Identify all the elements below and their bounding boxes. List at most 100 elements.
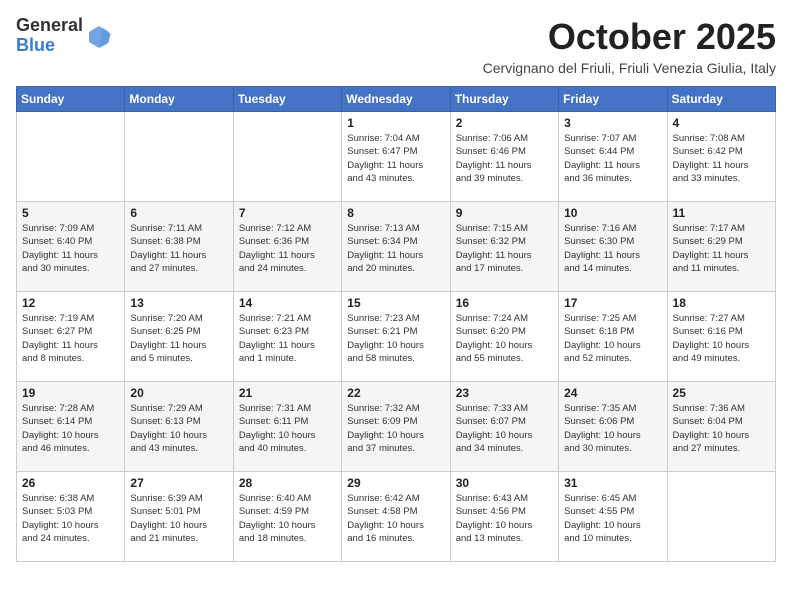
calendar-cell [667, 472, 775, 562]
calendar-cell: 7 Sunrise: 7:12 AM Sunset: 6:36 PM Daylig… [233, 202, 341, 292]
calendar-cell: 16 Sunrise: 7:24 AM Sunset: 6:20 PM Dayli… [450, 292, 558, 382]
day-number: 13 [130, 296, 227, 310]
calendar-cell: 22 Sunrise: 7:32 AM Sunset: 6:09 PM Dayli… [342, 382, 450, 472]
day-detail: Sunrise: 6:45 AM Sunset: 4:55 PM Dayligh… [564, 492, 661, 545]
day-number: 8 [347, 206, 444, 220]
logo: General Blue [16, 16, 113, 56]
day-number: 11 [673, 206, 770, 220]
column-header-thursday: Thursday [450, 87, 558, 112]
calendar-week-3: 12Sunrise: 7:19 AM Sunset: 6:27 PM Dayli… [17, 292, 776, 382]
day-number: 25 [673, 386, 770, 400]
day-detail: Sunrise: 7:24 AM Sunset: 6:20 PM Dayligh… [456, 312, 553, 365]
day-number: 6 [130, 206, 227, 220]
day-detail: Sunrise: 6:39 AM Sunset: 5:01 PM Dayligh… [130, 492, 227, 545]
calendar-cell: 8 Sunrise: 7:13 AM Sunset: 6:34 PM Daylig… [342, 202, 450, 292]
calendar-cell: 27 Sunrise: 6:39 AM Sunset: 5:01 PM Dayli… [125, 472, 233, 562]
calendar-cell: 19 Sunrise: 7:28 AM Sunset: 6:14 PM Dayli… [17, 382, 125, 472]
day-detail: Sunrise: 7:35 AM Sunset: 6:06 PM Dayligh… [564, 402, 661, 455]
calendar-cell [125, 112, 233, 202]
day-number: 31 [564, 476, 661, 490]
day-detail: Sunrise: 7:07 AM Sunset: 6:44 PM Dayligh… [564, 132, 661, 185]
calendar-cell: 26Sunrise: 6:38 AM Sunset: 5:03 PM Dayli… [17, 472, 125, 562]
logo-general: General [16, 16, 83, 36]
calendar-cell: 9 Sunrise: 7:15 AM Sunset: 6:32 PM Daylig… [450, 202, 558, 292]
day-number: 27 [130, 476, 227, 490]
day-detail: Sunrise: 7:28 AM Sunset: 6:14 PM Dayligh… [22, 402, 119, 455]
day-number: 22 [347, 386, 444, 400]
day-detail: Sunrise: 7:13 AM Sunset: 6:34 PM Dayligh… [347, 222, 444, 275]
column-header-monday: Monday [125, 87, 233, 112]
calendar-cell: 20 Sunrise: 7:29 AM Sunset: 6:13 PM Dayli… [125, 382, 233, 472]
title-block: October 2025 Cervignano del Friuli, Friu… [483, 16, 776, 76]
day-detail: Sunrise: 6:42 AM Sunset: 4:58 PM Dayligh… [347, 492, 444, 545]
calendar-cell: 15 Sunrise: 7:23 AM Sunset: 6:21 PM Dayli… [342, 292, 450, 382]
calendar-cell: 11 Sunrise: 7:17 AM Sunset: 6:29 PM Dayli… [667, 202, 775, 292]
day-number: 24 [564, 386, 661, 400]
calendar-cell: 25 Sunrise: 7:36 AM Sunset: 6:04 PM Dayli… [667, 382, 775, 472]
month-title: October 2025 [483, 16, 776, 58]
day-detail: Sunrise: 7:12 AM Sunset: 6:36 PM Dayligh… [239, 222, 336, 275]
day-number: 3 [564, 116, 661, 130]
calendar-cell: 1Sunrise: 7:04 AM Sunset: 6:47 PM Daylig… [342, 112, 450, 202]
day-number: 12 [22, 296, 119, 310]
calendar-week-1: 1Sunrise: 7:04 AM Sunset: 6:47 PM Daylig… [17, 112, 776, 202]
day-detail: Sunrise: 7:04 AM Sunset: 6:47 PM Dayligh… [347, 132, 444, 185]
calendar-week-5: 26Sunrise: 6:38 AM Sunset: 5:03 PM Dayli… [17, 472, 776, 562]
day-detail: Sunrise: 6:43 AM Sunset: 4:56 PM Dayligh… [456, 492, 553, 545]
day-number: 30 [456, 476, 553, 490]
calendar-week-2: 5 Sunrise: 7:09 AM Sunset: 6:40 PM Daylig… [17, 202, 776, 292]
day-detail: Sunrise: 7:23 AM Sunset: 6:21 PM Dayligh… [347, 312, 444, 365]
calendar-cell [233, 112, 341, 202]
day-detail: Sunrise: 7:20 AM Sunset: 6:25 PM Dayligh… [130, 312, 227, 365]
day-detail: Sunrise: 7:36 AM Sunset: 6:04 PM Dayligh… [673, 402, 770, 455]
day-number: 2 [456, 116, 553, 130]
calendar-cell: 14 Sunrise: 7:21 AM Sunset: 6:23 PM Dayli… [233, 292, 341, 382]
calendar-cell: 10Sunrise: 7:16 AM Sunset: 6:30 PM Dayli… [559, 202, 667, 292]
calendar-cell: 21 Sunrise: 7:31 AM Sunset: 6:11 PM Dayli… [233, 382, 341, 472]
day-number: 29 [347, 476, 444, 490]
calendar-cell: 24 Sunrise: 7:35 AM Sunset: 6:06 PM Dayli… [559, 382, 667, 472]
day-number: 18 [673, 296, 770, 310]
page-header: General Blue October 2025 Cervignano del… [16, 16, 776, 76]
day-detail: Sunrise: 7:11 AM Sunset: 6:38 PM Dayligh… [130, 222, 227, 275]
day-detail: Sunrise: 7:15 AM Sunset: 6:32 PM Dayligh… [456, 222, 553, 275]
day-detail: Sunrise: 7:16 AM Sunset: 6:30 PM Dayligh… [564, 222, 661, 275]
calendar-cell: 30 Sunrise: 6:43 AM Sunset: 4:56 PM Dayli… [450, 472, 558, 562]
column-header-tuesday: Tuesday [233, 87, 341, 112]
day-number: 19 [22, 386, 119, 400]
day-number: 15 [347, 296, 444, 310]
calendar-cell: 29 Sunrise: 6:42 AM Sunset: 4:58 PM Dayli… [342, 472, 450, 562]
day-detail: Sunrise: 7:09 AM Sunset: 6:40 PM Dayligh… [22, 222, 119, 275]
calendar-week-4: 19 Sunrise: 7:28 AM Sunset: 6:14 PM Dayli… [17, 382, 776, 472]
day-number: 9 [456, 206, 553, 220]
calendar-cell: 13 Sunrise: 7:20 AM Sunset: 6:25 PM Dayli… [125, 292, 233, 382]
calendar-cell: 2 Sunrise: 7:06 AM Sunset: 6:46 PM Daylig… [450, 112, 558, 202]
calendar-table: SundayMondayTuesdayWednesdayThursdayFrid… [16, 86, 776, 562]
day-number: 17 [564, 296, 661, 310]
day-number: 16 [456, 296, 553, 310]
column-header-wednesday: Wednesday [342, 87, 450, 112]
day-detail: Sunrise: 7:27 AM Sunset: 6:16 PM Dayligh… [673, 312, 770, 365]
calendar-cell: 6 Sunrise: 7:11 AM Sunset: 6:38 PM Daylig… [125, 202, 233, 292]
day-number: 21 [239, 386, 336, 400]
day-detail: Sunrise: 7:08 AM Sunset: 6:42 PM Dayligh… [673, 132, 770, 185]
logo-blue: Blue [16, 36, 83, 56]
day-number: 20 [130, 386, 227, 400]
day-detail: Sunrise: 7:29 AM Sunset: 6:13 PM Dayligh… [130, 402, 227, 455]
day-detail: Sunrise: 7:21 AM Sunset: 6:23 PM Dayligh… [239, 312, 336, 365]
day-detail: Sunrise: 7:31 AM Sunset: 6:11 PM Dayligh… [239, 402, 336, 455]
day-detail: Sunrise: 7:06 AM Sunset: 6:46 PM Dayligh… [456, 132, 553, 185]
day-detail: Sunrise: 7:17 AM Sunset: 6:29 PM Dayligh… [673, 222, 770, 275]
calendar-cell: 4Sunrise: 7:08 AM Sunset: 6:42 PM Daylig… [667, 112, 775, 202]
calendar-cell: 17 Sunrise: 7:25 AM Sunset: 6:18 PM Dayli… [559, 292, 667, 382]
day-number: 7 [239, 206, 336, 220]
column-header-sunday: Sunday [17, 87, 125, 112]
day-detail: Sunrise: 6:40 AM Sunset: 4:59 PM Dayligh… [239, 492, 336, 545]
day-number: 5 [22, 206, 119, 220]
calendar-cell: 3 Sunrise: 7:07 AM Sunset: 6:44 PM Daylig… [559, 112, 667, 202]
day-detail: Sunrise: 7:32 AM Sunset: 6:09 PM Dayligh… [347, 402, 444, 455]
day-number: 14 [239, 296, 336, 310]
calendar-cell: 12Sunrise: 7:19 AM Sunset: 6:27 PM Dayli… [17, 292, 125, 382]
day-detail: Sunrise: 7:25 AM Sunset: 6:18 PM Dayligh… [564, 312, 661, 365]
calendar-cell: 28Sunrise: 6:40 AM Sunset: 4:59 PM Dayli… [233, 472, 341, 562]
